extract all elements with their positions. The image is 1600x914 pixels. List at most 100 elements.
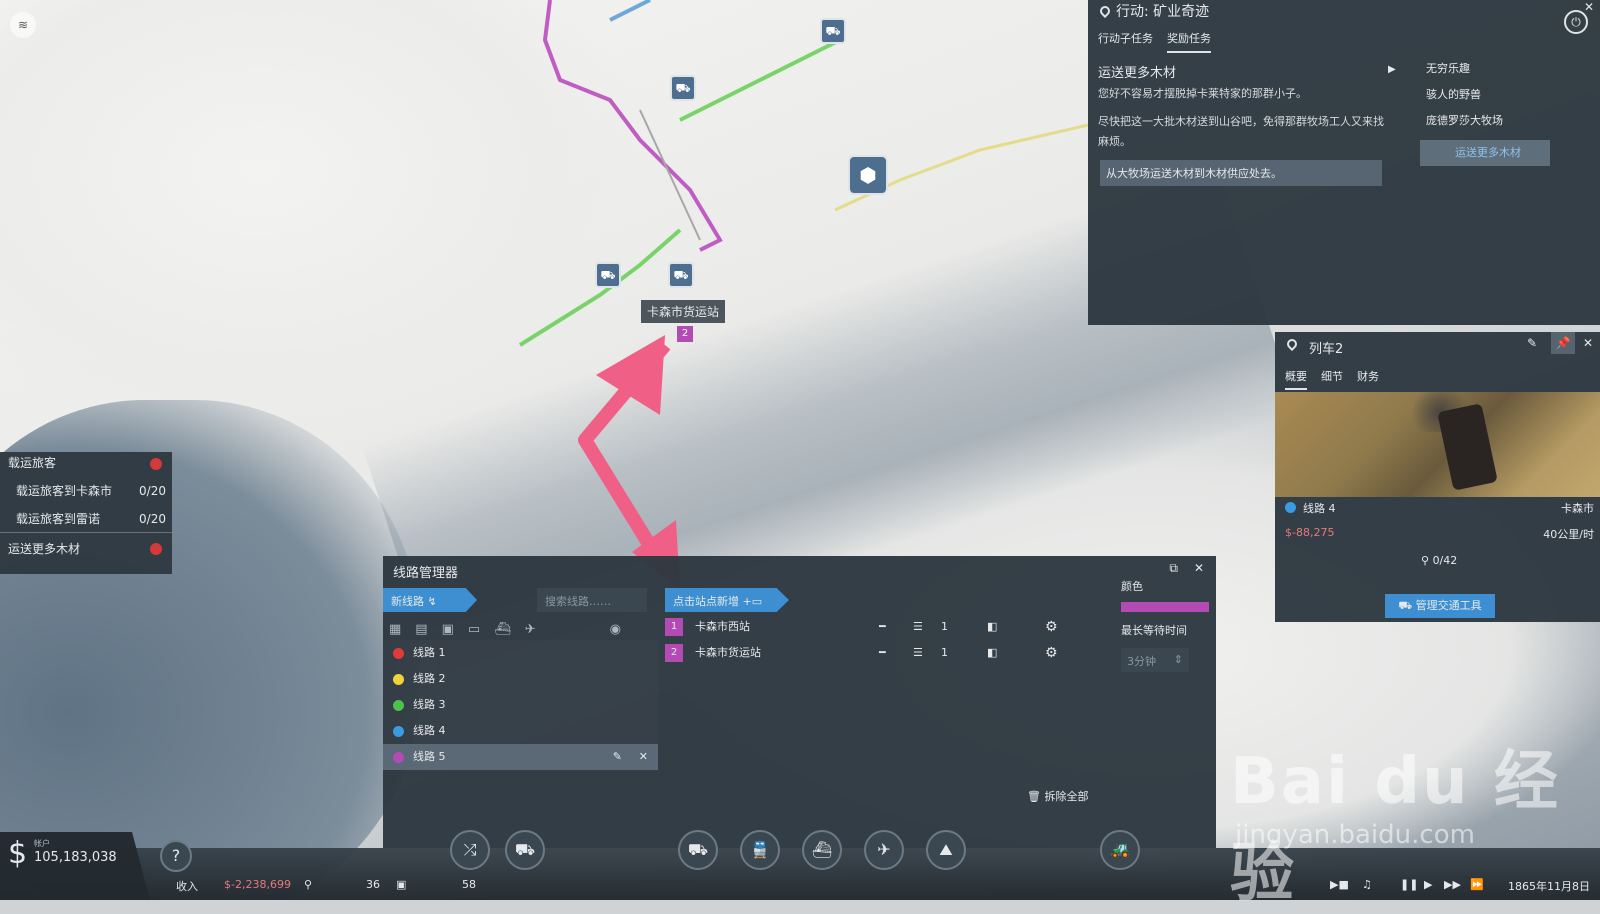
remove-all-button[interactable]: 🗑 拆除全部 [1027, 788, 1088, 804]
train-panel: 列车2 ✎ 📌 ✕ 概要 细节 财务 线路 4 卡森市 $-88,275 40公… [1275, 332, 1600, 622]
mission-title[interactable]: 运送更多木材 [8, 536, 80, 562]
filter-bar: ▦ ▤ ▣ ▭ ⛴ ✈ ◉ [389, 622, 621, 637]
line-item[interactable]: 线路 3 [383, 692, 658, 718]
tram-icon[interactable]: ▣ [442, 622, 454, 637]
train-line[interactable]: 线路 4 [1303, 500, 1336, 516]
line-color-dot [393, 726, 404, 737]
location-pin-icon [1097, 3, 1113, 19]
eye-icon[interactable]: ◉ [610, 622, 621, 637]
chevron-icon: ⇕ [1173, 653, 1183, 666]
tab-finance[interactable]: 财务 [1357, 368, 1379, 390]
remove-icon[interactable] [150, 543, 162, 555]
route-icon: ↯ [427, 595, 437, 608]
delete-icon[interactable]: ✕ [639, 744, 648, 770]
settings-icon[interactable]: ⚙ [1045, 616, 1058, 638]
bulldoze-button[interactable]: 🚜 [1100, 830, 1140, 870]
platform-icon[interactable]: ◧ [987, 616, 997, 638]
mission-sub: 载运旅客到雷诺 0/20 [16, 512, 166, 526]
track-icon[interactable]: ☰ [913, 616, 923, 638]
stop-name: 卡森市货运站 [695, 646, 761, 659]
task-objective: 从大牧场运送木材到木材供应处去。 [1100, 160, 1382, 186]
play-arrow-icon[interactable]: ▶ [1388, 64, 1396, 75]
line-item-selected[interactable]: 线路 5 ✎ ✕ [383, 744, 658, 770]
vehicle-icon: ⛟ [1398, 599, 1413, 612]
manage-vehicles-button[interactable]: ⛟ 管理交通工具 [1385, 594, 1495, 618]
stop-row[interactable]: 1 卡森市西站 ━ ☰ 1 ◧ ⚙ [665, 616, 1075, 642]
wait-label: 最长等待时间 [1121, 624, 1187, 637]
rail-build-button[interactable]: 🚆 [740, 830, 780, 870]
mission-tracker: 载运旅客 载运旅客到卡森市 0/20 载运旅客到雷诺 0/20 运送更多木材 [0, 452, 172, 574]
line-item[interactable]: 线路 2 [383, 666, 658, 692]
search-lines-input[interactable]: 搜索线路…… [537, 588, 647, 612]
platform-icon[interactable]: ◧ [987, 642, 997, 664]
wait-time-select[interactable]: 3分钟 ⇕ [1121, 648, 1189, 672]
close-icon[interactable]: ✕ [1584, 0, 1594, 14]
vehicles-button[interactable]: ⛟ [505, 830, 545, 870]
remove-icon[interactable] [150, 458, 162, 470]
quest-list-item-selected[interactable]: 运送更多木材 [1420, 140, 1550, 166]
slider-icon[interactable]: ━ [879, 642, 886, 664]
train-title: 列车2 [1309, 342, 1344, 357]
power-icon[interactable]: ⏻ [1564, 10, 1588, 34]
popout-icon[interactable]: ⧉ [1169, 561, 1178, 576]
line-color-dot [393, 648, 404, 659]
quest-list-item[interactable]: 无穷乐趣 [1420, 60, 1550, 86]
locomotive [1437, 403, 1498, 491]
edit-icon[interactable]: ✎ [1527, 336, 1537, 350]
tab-subtasks[interactable]: 行动子任务 [1098, 30, 1153, 53]
color-label: 颜色 [1121, 580, 1143, 593]
line-item[interactable]: 线路 1 [383, 640, 658, 666]
bus-icon[interactable]: ▤ [415, 622, 427, 637]
trash-icon: 🗑 [1027, 790, 1041, 803]
line-manager-panel: 线路管理器 ⧉ ✕ 新线路 ↯ 搜索线路…… 点击站点新增 +▭ ▦ ▤ ▣ ▭… [383, 556, 1216, 848]
pin-icon[interactable]: 📌 [1551, 332, 1575, 354]
quest-list-item[interactable]: 骇人的野兽 [1420, 86, 1550, 112]
track-count: 1 [941, 646, 948, 659]
layers-icon[interactable]: ≋ [10, 12, 36, 38]
person-icon: ⚲ [304, 878, 313, 891]
mission-title[interactable]: 载运旅客 [8, 450, 56, 476]
airport-build-button[interactable]: ✈ [864, 830, 904, 870]
train-icon[interactable]: ▭ [468, 622, 480, 637]
plane-icon[interactable]: ✈ [525, 622, 536, 637]
tab-overview[interactable]: 概要 [1285, 368, 1307, 390]
account-box: $ 帐户 105,183,038 [0, 832, 150, 900]
all-icon[interactable]: ▦ [389, 622, 401, 637]
quest-title: 行动: 矿业奇迹 [1116, 4, 1210, 20]
watermark-url: jingyan.baidu.com [1235, 820, 1475, 850]
train-camera-view[interactable] [1275, 392, 1600, 497]
close-icon[interactable]: ✕ [1583, 336, 1593, 350]
quest-list: 无穷乐趣 骇人的野兽 庞德罗莎大牧场 运送更多木材 [1420, 60, 1550, 166]
stop-name: 卡森市西站 [695, 620, 750, 633]
stop-list: 1 卡森市西站 ━ ☰ 1 ◧ ⚙ 2 卡森市货运站 ━ ☰ 1 ◧ ⚙ [665, 616, 1075, 668]
task-title: 运送更多木材 [1098, 66, 1177, 81]
edit-icon[interactable]: ✎ [613, 744, 622, 770]
port-build-button[interactable]: ⛴ [802, 830, 842, 870]
new-line-button[interactable]: 新线路 ↯ [383, 588, 477, 612]
stop-number: 2 [665, 644, 683, 662]
line-item[interactable]: 线路 4 [383, 718, 658, 744]
people-count: 36 [366, 878, 380, 891]
ship-icon[interactable]: ⛴ [494, 622, 511, 637]
terrain-button[interactable]: ⛰ [926, 830, 966, 870]
lines-button[interactable]: ⤮ [450, 830, 490, 870]
line-color-picker[interactable] [1121, 602, 1209, 612]
location-pin-icon [1284, 336, 1300, 352]
help-button[interactable]: ? [160, 840, 192, 872]
track-icon[interactable]: ☰ [913, 642, 923, 664]
quest-list-item[interactable]: 庞德罗莎大牧场 [1420, 112, 1550, 138]
tab-details[interactable]: 细节 [1321, 368, 1343, 390]
road-build-button[interactable]: ⛟ [678, 830, 718, 870]
task-desc-1: 您好不容易才摆脱掉卡莱特家的那群小子。 [1098, 87, 1307, 100]
close-icon[interactable]: ✕ [1194, 561, 1204, 575]
income-label: 收入 [176, 880, 198, 893]
settings-icon[interactable]: ⚙ [1045, 642, 1058, 664]
tab-reward-tasks[interactable]: 奖励任务 [1167, 30, 1211, 53]
train-cost: $-88,275 [1285, 526, 1335, 539]
track-count: 1 [941, 620, 948, 633]
slider-icon[interactable]: ━ [879, 616, 886, 638]
divider [0, 532, 172, 533]
add-stop-button[interactable]: 点击站点新增 +▭ [665, 588, 789, 612]
income-value: $-2,238,699 [224, 878, 291, 891]
stop-row[interactable]: 2 卡森市货运站 ━ ☰ 1 ◧ ⚙ [665, 642, 1075, 668]
